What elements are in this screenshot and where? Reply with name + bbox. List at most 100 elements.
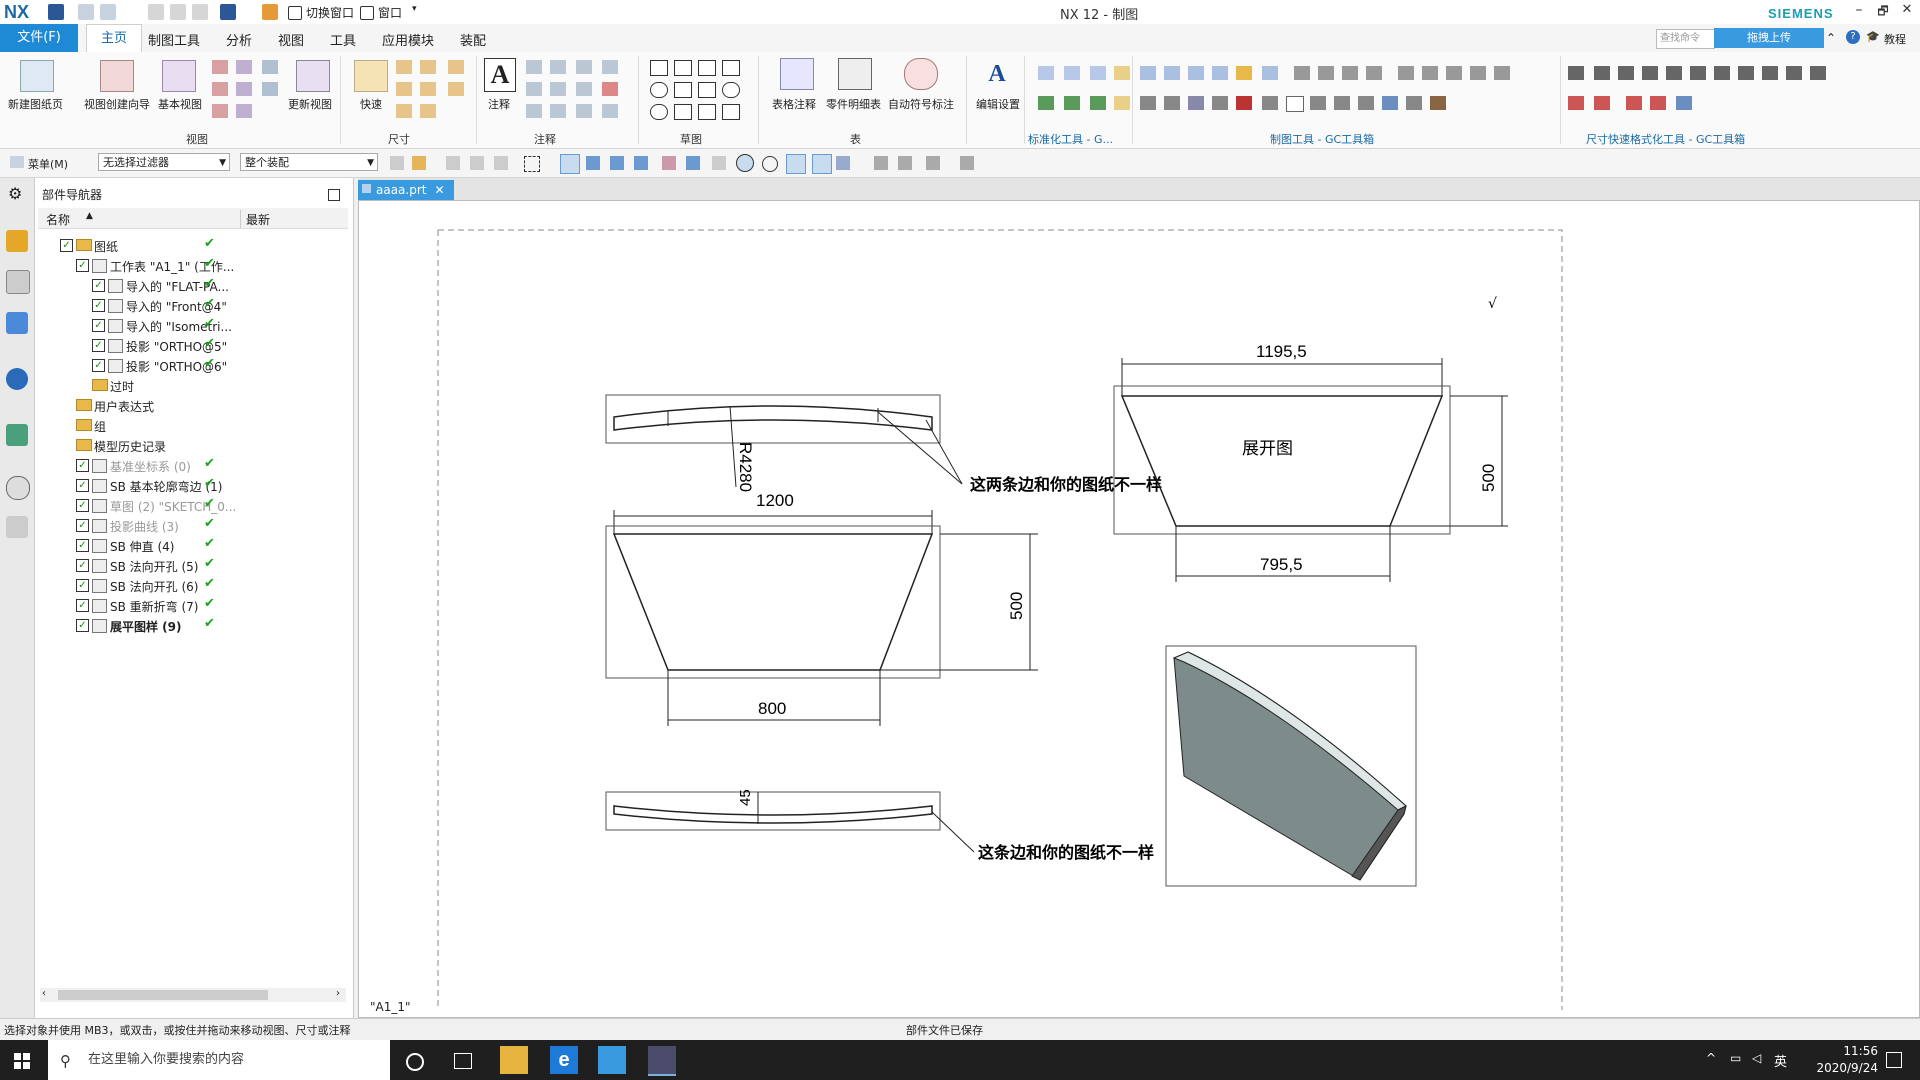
visibility-checkbox[interactable]: ✓ <box>76 459 89 472</box>
tree-row[interactable]: ✓ SB 法向开孔 (5) ✔ <box>38 556 348 576</box>
minimize-button[interactable]: – <box>1846 2 1872 22</box>
menu-button[interactable]: 菜单(M) <box>28 156 68 172</box>
parts-list-button[interactable]: 零件明细表 <box>826 96 881 112</box>
arc-icon[interactable] <box>722 60 740 76</box>
upload-button[interactable]: 拖拽上传 <box>1714 28 1824 48</box>
assembly-scope-dropdown[interactable]: 整个装配 ▼ <box>240 153 378 171</box>
gc-tool-icon[interactable] <box>1188 66 1204 80</box>
taskbar-search-input[interactable]: 在这里输入你要搜索的内容 <box>48 1040 390 1080</box>
undo-icon[interactable] <box>78 4 94 20</box>
tab-applications[interactable]: 应用模块 <box>382 30 434 49</box>
sheet-icon[interactable] <box>898 156 912 170</box>
gc-tool-icon[interactable] <box>1318 66 1334 80</box>
gc-tool-icon[interactable] <box>1358 96 1374 110</box>
break-out-icon[interactable] <box>262 82 278 96</box>
display-icon[interactable] <box>960 156 974 170</box>
quick-dimension-button[interactable]: 快速 <box>360 96 382 112</box>
visibility-checkbox[interactable]: ✓ <box>92 359 105 372</box>
snap-point-on-curve-icon[interactable] <box>836 156 850 170</box>
edit-settings-icon[interactable]: A <box>982 58 1012 90</box>
snap-midpoint-icon[interactable] <box>586 156 600 170</box>
new-sheet-icon[interactable] <box>20 60 54 92</box>
std-tool-7-icon[interactable] <box>1090 96 1106 110</box>
snap-line-icon[interactable] <box>610 156 624 170</box>
arc-length-dim-icon[interactable] <box>448 82 464 96</box>
reuse-library-icon[interactable] <box>6 312 28 334</box>
table-note-button[interactable]: 表格注释 <box>772 96 816 112</box>
edge-browser-icon[interactable]: e <box>550 1046 578 1074</box>
close-button[interactable]: ✕ <box>1894 2 1920 22</box>
assembly-navigator-icon[interactable] <box>6 230 28 252</box>
visibility-checkbox[interactable]: ✓ <box>92 279 105 292</box>
tutorial-link[interactable]: 教程 <box>1884 31 1906 47</box>
select-icon[interactable] <box>470 156 484 170</box>
view-frame-side[interactable] <box>605 791 941 831</box>
tree-row[interactable]: 模型历史记录 <box>38 436 348 456</box>
profile-icon[interactable] <box>650 60 668 76</box>
gc-tool-icon[interactable] <box>1188 96 1204 110</box>
align-view-icon[interactable] <box>212 104 228 118</box>
gc-tool-icon[interactable] <box>1286 96 1304 112</box>
datum-icon[interactable] <box>550 60 566 74</box>
symbol-icon[interactable] <box>602 104 618 118</box>
window-menu[interactable]: 窗口 <box>378 4 402 21</box>
gc-tool-icon[interactable] <box>1310 96 1326 110</box>
visibility-checkbox[interactable]: ✓ <box>76 539 89 552</box>
std-tool-8-icon[interactable] <box>1114 96 1130 110</box>
settings-gear-icon[interactable]: ⚙ <box>8 184 22 203</box>
tree-row[interactable]: ✓ SB 基本轮廓弯边 (1) ✔ <box>38 476 348 496</box>
part-navigator-icon[interactable] <box>6 270 30 294</box>
quick-dimension-icon[interactable] <box>354 60 388 92</box>
gc-tool-icon[interactable] <box>1294 66 1310 80</box>
scrollbar-thumb[interactable] <box>58 990 268 1000</box>
type-filter-icon[interactable] <box>412 156 426 170</box>
bottom-dimension-800[interactable]: 800 <box>758 699 786 718</box>
cortana-icon[interactable] <box>406 1053 424 1071</box>
polygon-icon[interactable] <box>722 82 740 98</box>
gc-tool-icon[interactable] <box>1140 96 1156 110</box>
radial-dim-icon[interactable] <box>420 60 436 74</box>
column-name[interactable]: 名称 <box>46 211 70 228</box>
maximize-panel-icon[interactable] <box>328 189 340 201</box>
dim-format-icon[interactable] <box>1650 96 1666 110</box>
weld-icon[interactable] <box>576 82 592 96</box>
tab-tools[interactable]: 工具 <box>330 30 356 49</box>
linear-dim-icon[interactable] <box>396 60 412 74</box>
gc-tool-icon[interactable] <box>1164 66 1180 80</box>
file-explorer-icon[interactable] <box>500 1046 528 1074</box>
surface-finish-icon[interactable] <box>550 82 566 96</box>
rectangle-icon[interactable] <box>674 60 692 76</box>
command-finder-icon[interactable] <box>262 4 278 20</box>
zoom-icon[interactable] <box>526 104 542 118</box>
column-latest[interactable]: 最新 <box>246 211 270 228</box>
base-view-icon[interactable] <box>162 60 196 92</box>
view-frame-flat-left[interactable] <box>605 525 941 679</box>
dim-format-icon[interactable] <box>1568 66 1584 80</box>
scroll-left-icon[interactable]: ‹ <box>42 988 46 999</box>
dim-format-icon[interactable] <box>1786 66 1802 80</box>
web-browser-icon[interactable] <box>6 368 28 390</box>
dim-format-icon[interactable] <box>1810 66 1826 80</box>
history-clock-icon[interactable] <box>6 476 30 500</box>
ordinate-dim-icon[interactable] <box>396 104 412 118</box>
tree-row[interactable]: 用户表达式 <box>38 396 348 416</box>
gc-tool-icon[interactable] <box>1140 66 1156 80</box>
tab-assembly[interactable]: 装配 <box>460 30 486 49</box>
gc-tool-icon[interactable] <box>1470 66 1486 80</box>
drawing-sheet[interactable]: R4280 这两条边和你的图纸不一样 1200 500 800 1195,5 展… <box>358 200 1918 1016</box>
menu-icon[interactable] <box>10 156 24 168</box>
auto-balloon-button[interactable]: 自动符号标注 <box>888 96 954 112</box>
restore-button[interactable]: 🗗 <box>1870 2 1896 22</box>
windows-start-icon[interactable] <box>14 1053 30 1069</box>
view-layout-icon[interactable] <box>874 156 888 170</box>
snap-tangent-icon[interactable] <box>662 156 676 170</box>
visibility-checkbox[interactable]: ✓ <box>76 519 89 532</box>
copy-icon[interactable] <box>170 4 186 20</box>
centerline-icon[interactable] <box>576 60 592 74</box>
tab-drafting-tools[interactable]: 制图工具 <box>148 30 200 49</box>
view-style-icon[interactable] <box>236 104 252 118</box>
feature-control-icon[interactable] <box>526 60 542 74</box>
point-icon[interactable] <box>674 82 692 98</box>
visibility-checkbox[interactable]: ✓ <box>76 599 89 612</box>
tree-row[interactable]: ✓ 投影 "ORTHO@6" ✔ <box>38 356 348 376</box>
